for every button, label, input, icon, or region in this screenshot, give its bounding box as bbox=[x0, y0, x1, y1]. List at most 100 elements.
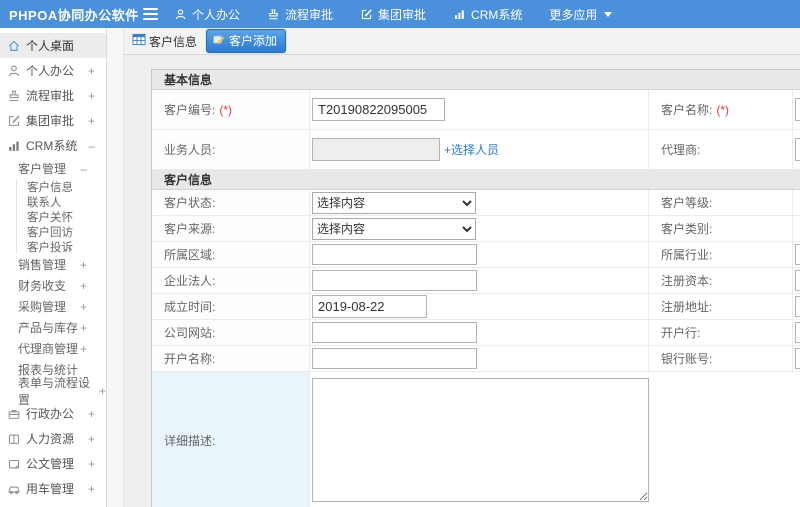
field-label-founded-date: 成立时间: bbox=[164, 300, 216, 314]
bank-account-input[interactable] bbox=[795, 348, 800, 369]
customer-mgmt-submenu: 客户信息 联系人 客户关怀 客户回访 客户投诉 bbox=[16, 179, 106, 254]
sidebar-item-customer-care[interactable]: 客户关怀 bbox=[17, 209, 106, 224]
expand-icon[interactable]: + bbox=[88, 64, 95, 78]
expand-icon[interactable]: + bbox=[88, 432, 95, 446]
sidebar-item-personal-office[interactable]: 个人办公 + bbox=[0, 58, 106, 83]
sales-person-input[interactable] bbox=[312, 138, 440, 161]
field-label-description: 详细描述: bbox=[164, 433, 216, 448]
expand-icon[interactable]: + bbox=[80, 321, 87, 335]
section-header-basic: 基本信息 bbox=[152, 70, 800, 90]
tab-customer-info[interactable]: 客户信息 bbox=[132, 33, 197, 50]
table-icon bbox=[132, 33, 146, 49]
customer-source-select[interactable]: 选择内容 bbox=[312, 217, 476, 240]
sidebar-item-crm[interactable]: CRM系统 – bbox=[0, 133, 106, 158]
expand-icon[interactable]: + bbox=[88, 407, 95, 421]
sidebar-item-customer-mgmt[interactable]: 客户管理 – bbox=[0, 158, 106, 179]
expand-icon[interactable]: + bbox=[80, 300, 87, 314]
field-label-customer-status: 客户状态: bbox=[164, 196, 216, 210]
description-textarea[interactable] bbox=[312, 378, 649, 502]
region-input[interactable] bbox=[312, 244, 477, 265]
edit-icon bbox=[7, 114, 21, 128]
field-label-agent: 代理商: bbox=[661, 143, 701, 157]
chevron-down-icon bbox=[604, 11, 613, 17]
registered-capital-input[interactable] bbox=[795, 270, 800, 291]
customer-code-input[interactable] bbox=[312, 98, 445, 121]
field-label-registered-address: 注册地址: bbox=[661, 300, 713, 314]
form-row: 开户名称: 银行账号: bbox=[152, 346, 800, 372]
field-label-website: 公司网站: bbox=[164, 326, 216, 340]
add-pencil-icon bbox=[213, 34, 225, 48]
field-label-customer-source: 客户来源: bbox=[164, 222, 216, 236]
stamp-icon bbox=[7, 89, 21, 103]
top-nav: 个人办公 流程审批 集团审批 CRM系统 更多应用 bbox=[174, 6, 639, 23]
field-label-bank-account: 银行账号: bbox=[661, 352, 713, 366]
field-label-registered-capital: 注册资本: bbox=[661, 274, 713, 288]
form-row: 客户状态: 选择内容 客户等级: bbox=[152, 190, 800, 216]
sidebar-item-form-flow-settings[interactable]: 表单与流程设置 + bbox=[0, 376, 106, 407]
form-row: 所属区域: 所属行业: bbox=[152, 242, 800, 268]
industry-input[interactable] bbox=[795, 244, 800, 265]
sidebar-item-purchase-mgmt[interactable]: 采购管理 + bbox=[0, 296, 106, 317]
expand-icon[interactable]: + bbox=[80, 342, 87, 356]
legal-person-input[interactable] bbox=[312, 270, 477, 291]
sidebar-item-customer-info[interactable]: 客户信息 bbox=[17, 179, 106, 194]
agent-input[interactable] bbox=[795, 138, 800, 161]
tab-bar: 客户信息 客户添加 bbox=[124, 28, 800, 55]
nav-personal-office[interactable]: 个人办公 bbox=[174, 6, 240, 23]
sidebar-item-group-approval[interactable]: 集团审批 + bbox=[0, 108, 106, 133]
account-name-input[interactable] bbox=[312, 348, 477, 369]
sidebar-item-sales-mgmt[interactable]: 销售管理 + bbox=[0, 254, 106, 275]
sidebar-item-contacts[interactable]: 联系人 bbox=[17, 194, 106, 209]
expand-icon[interactable]: + bbox=[88, 457, 95, 471]
sidebar-item-product-inventory[interactable]: 产品与库存 + bbox=[0, 317, 106, 338]
document-icon bbox=[7, 457, 21, 471]
user-icon bbox=[7, 64, 21, 78]
nav-group-approval[interactable]: 集团审批 bbox=[360, 6, 426, 23]
collapse-icon[interactable]: – bbox=[80, 162, 87, 176]
sidebar-item-workflow-approval[interactable]: 流程审批 + bbox=[0, 83, 106, 108]
sidebar-item-vehicle-mgmt[interactable]: 用车管理 + bbox=[0, 476, 106, 501]
sidebar-item-finance[interactable]: 财务收支 + bbox=[0, 275, 106, 296]
field-label-legal-person: 企业法人: bbox=[164, 274, 216, 288]
field-label-sales-person: 业务人员: bbox=[164, 143, 216, 157]
stamp-icon bbox=[267, 8, 280, 21]
expand-icon[interactable]: + bbox=[88, 482, 95, 496]
hamburger-menu-icon[interactable] bbox=[140, 8, 160, 20]
sidebar-item-admin-office[interactable]: 行政办公 + bbox=[0, 401, 106, 426]
expand-icon[interactable]: + bbox=[80, 258, 87, 272]
select-person-link[interactable]: +选择人员 bbox=[444, 141, 499, 158]
sidebar-item-agent-mgmt[interactable]: 代理商管理 + bbox=[0, 338, 106, 359]
expand-icon[interactable]: + bbox=[88, 114, 95, 128]
bank-branch-input[interactable] bbox=[795, 322, 800, 343]
top-header: PHPOA协同办公软件 个人办公 流程审批 集团审批 CRM系统 更多应用 bbox=[0, 0, 800, 28]
sidebar-scroll-track bbox=[107, 28, 124, 507]
sidebar-item-desktop[interactable]: 个人桌面 bbox=[0, 33, 106, 58]
nav-more-apps[interactable]: 更多应用 bbox=[549, 6, 613, 23]
sidebar-item-customer-complaint[interactable]: 客户投诉 bbox=[17, 239, 106, 254]
expand-icon[interactable]: + bbox=[80, 279, 87, 293]
nav-crm-system[interactable]: CRM系统 bbox=[453, 6, 522, 23]
user-icon bbox=[174, 8, 187, 21]
registered-address-input[interactable] bbox=[795, 296, 800, 317]
form-row: 客户来源: 选择内容 客户类别: bbox=[152, 216, 800, 242]
nav-workflow-approval[interactable]: 流程审批 bbox=[267, 6, 333, 23]
website-input[interactable] bbox=[312, 322, 477, 343]
customer-name-input[interactable] bbox=[795, 98, 800, 121]
field-label-customer-category: 客户类别: bbox=[661, 222, 713, 236]
field-label-customer-name: 客户名称: bbox=[661, 103, 713, 117]
briefcase-icon bbox=[7, 407, 21, 421]
collapse-icon[interactable]: – bbox=[88, 139, 95, 153]
sidebar-item-customer-visit[interactable]: 客户回访 bbox=[17, 224, 106, 239]
tab-customer-add-active[interactable]: 客户添加 bbox=[206, 29, 287, 53]
book-icon bbox=[7, 432, 21, 446]
founded-date-input[interactable] bbox=[312, 295, 427, 318]
form-row: 详细描述: bbox=[152, 372, 800, 507]
main-area: 客户信息 客户添加 基本信息 客户编号: (*) T20190822095005… bbox=[124, 28, 800, 507]
sidebar-item-document-mgmt[interactable]: 公文管理 + bbox=[0, 451, 106, 476]
expand-icon[interactable]: + bbox=[88, 89, 95, 103]
field-label-account-name: 开户名称: bbox=[164, 352, 216, 366]
customer-status-select[interactable]: 选择内容 bbox=[312, 191, 476, 214]
sidebar-item-hr[interactable]: 人力资源 + bbox=[0, 426, 106, 451]
expand-icon[interactable]: + bbox=[99, 384, 106, 398]
field-label-bank-branch: 开户行: bbox=[661, 326, 701, 340]
